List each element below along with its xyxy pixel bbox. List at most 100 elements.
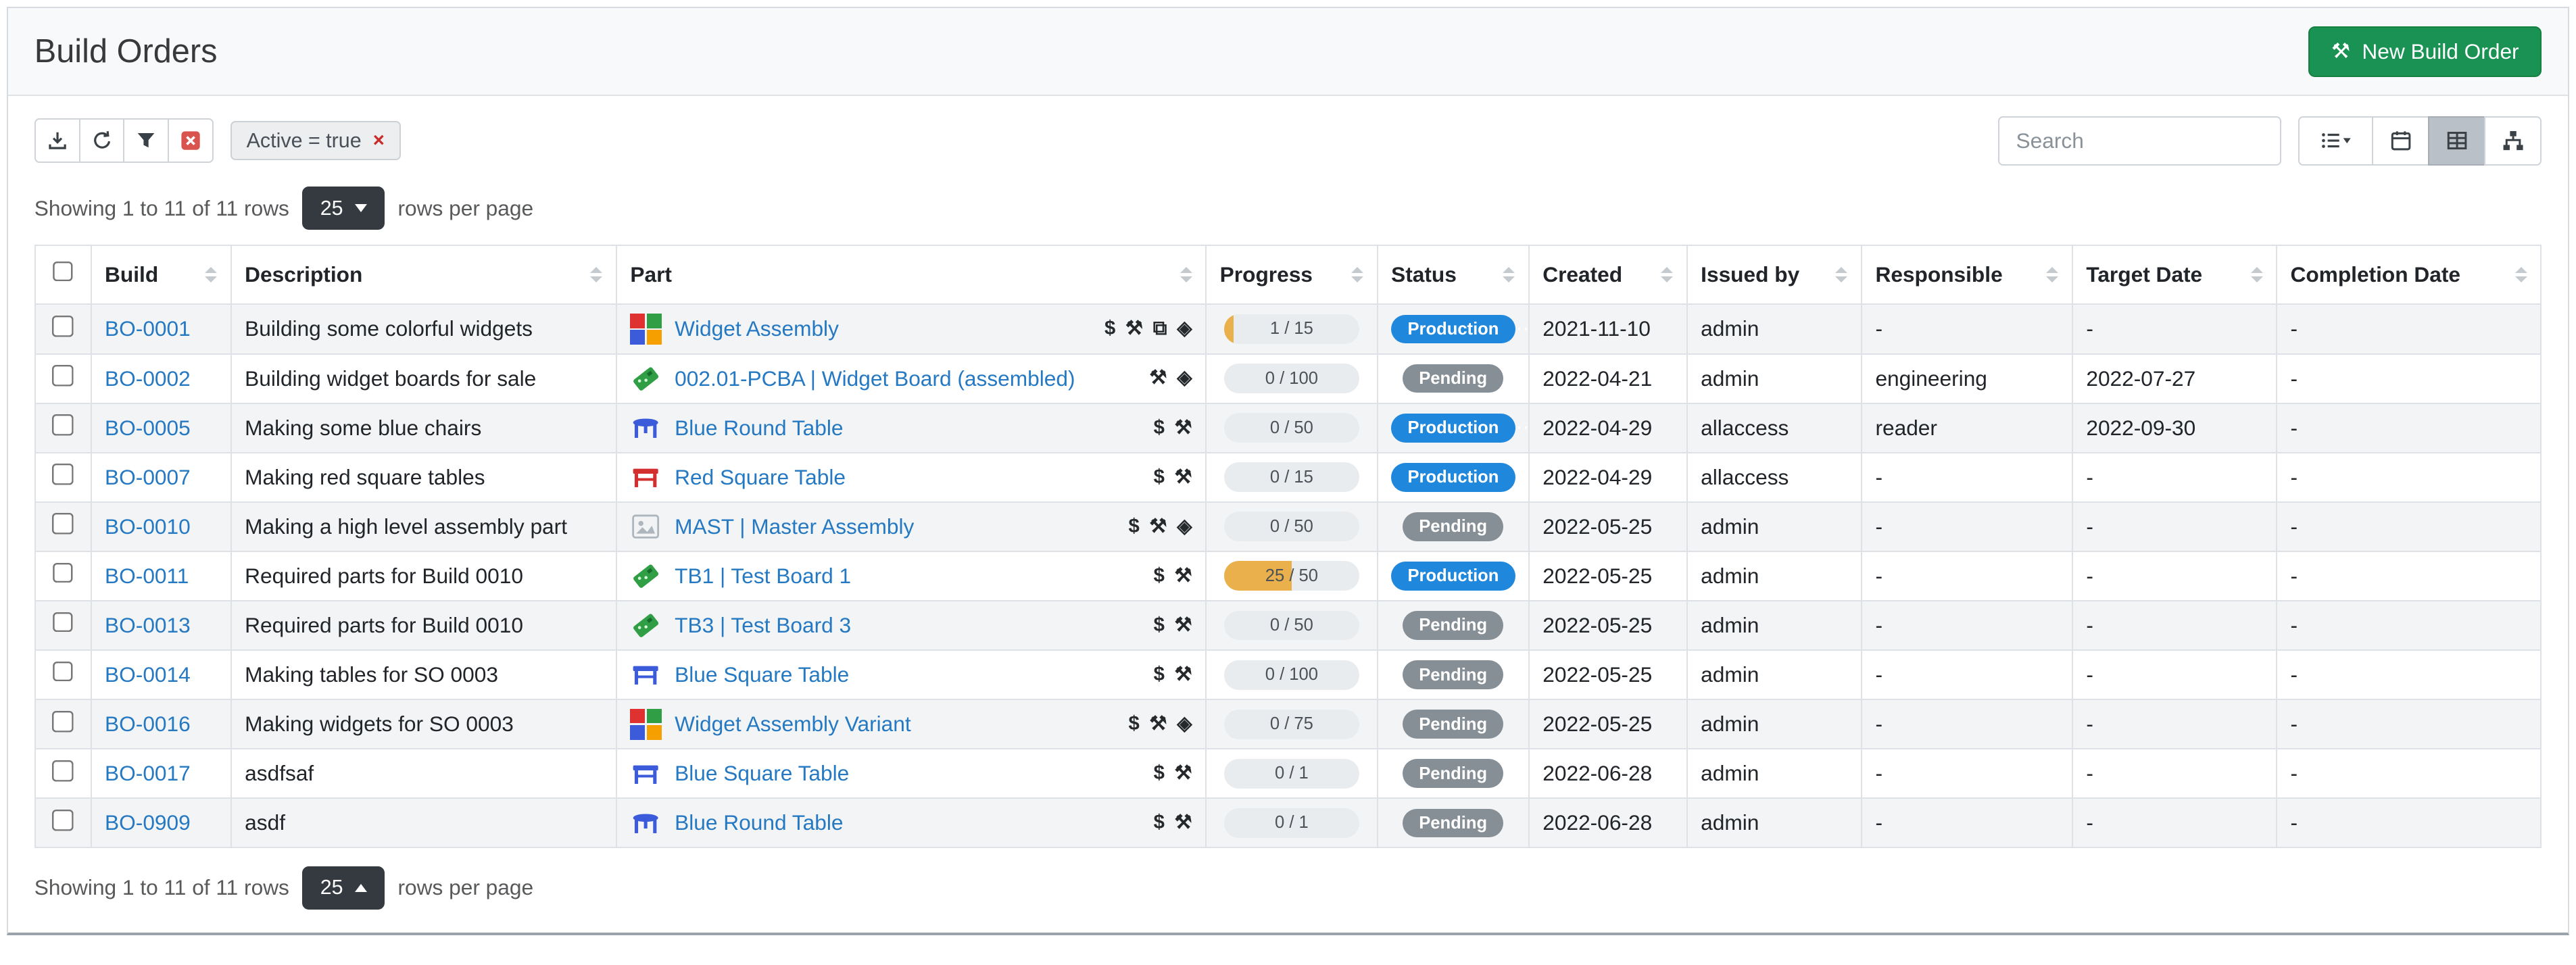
status-cell: Pending <box>1378 354 1529 403</box>
status-badge: Pending <box>1403 710 1504 739</box>
created-cell: 2022-06-28 <box>1529 749 1687 798</box>
progress-cell: 25 / 50 <box>1206 551 1377 601</box>
part-flag-icons: $⚒⧉◈ <box>1094 319 1192 339</box>
part-link[interactable]: Widget Assembly Variant <box>675 712 911 737</box>
column-header-part[interactable]: Part <box>616 245 1206 305</box>
part-link[interactable]: TB3 | Test Board 3 <box>675 613 851 638</box>
build-order-link[interactable]: BO-0014 <box>105 662 191 687</box>
tree-view-button[interactable] <box>2484 116 2542 166</box>
part-link[interactable]: 002.01-PCBA | Widget Board (assembled) <box>675 366 1075 391</box>
row-checkbox[interactable] <box>52 760 74 782</box>
completion-date-cell: - <box>2277 650 2541 699</box>
part-cell: Red Square Table$⚒ <box>616 453 1206 502</box>
part-link[interactable]: TB1 | Test Board 1 <box>675 564 851 589</box>
page-size-dropdown[interactable]: 25 <box>302 866 385 909</box>
active-filter-chip[interactable]: Active = true × <box>230 121 401 160</box>
new-build-order-button[interactable]: ⚒ New Build Order <box>2308 26 2542 77</box>
column-label: Status <box>1391 262 1457 287</box>
dollar-icon: $ <box>1104 319 1115 339</box>
build-order-link[interactable]: BO-0016 <box>105 712 191 736</box>
created-cell: 2022-04-29 <box>1529 453 1687 502</box>
status-cell: Pending <box>1378 502 1529 551</box>
part-link[interactable]: Blue Round Table <box>675 416 843 441</box>
part-thumbnail-table-round-icon <box>630 412 661 443</box>
column-header-responsible[interactable]: Responsible <box>1862 245 2072 305</box>
build-order-link[interactable]: BO-0017 <box>105 761 191 785</box>
filter-button[interactable] <box>123 118 169 163</box>
row-checkbox[interactable] <box>52 316 74 337</box>
refresh-button[interactable] <box>79 118 125 163</box>
part-link[interactable]: Blue Square Table <box>675 761 849 786</box>
issued-by-cell: admin <box>1687 650 1862 699</box>
build-order-link[interactable]: BO-0010 <box>105 514 191 539</box>
target-date-cell: 2022-07-27 <box>2072 354 2277 403</box>
row-checkbox[interactable] <box>52 414 74 436</box>
progress-bar: 0 / 50 <box>1224 611 1359 641</box>
search-input[interactable] <box>1998 116 2281 166</box>
target-date-cell: - <box>2072 551 2277 601</box>
completion-date-cell: - <box>2277 551 2541 601</box>
build-order-link[interactable]: BO-0002 <box>105 366 191 391</box>
remove-filter-chip-icon[interactable]: × <box>373 131 385 151</box>
status-cell: Production <box>1378 304 1529 353</box>
copy-icon: ⧉ <box>1153 319 1167 339</box>
build-cell: BO-0909 <box>91 798 231 847</box>
part-link[interactable]: Blue Round Table <box>675 810 843 835</box>
column-label: Target Date <box>2086 262 2202 287</box>
download-button[interactable] <box>34 118 80 163</box>
row-checkbox[interactable] <box>52 513 74 535</box>
part-flag-icons: $⚒ <box>1144 616 1192 635</box>
calendar-view-button[interactable] <box>2372 116 2429 166</box>
status-cell: Pending <box>1378 601 1529 650</box>
build-order-link[interactable]: BO-0909 <box>105 810 191 835</box>
row-checkbox[interactable] <box>52 365 74 387</box>
build-order-link[interactable]: BO-0011 <box>105 564 189 588</box>
build-order-link[interactable]: BO-0013 <box>105 613 191 637</box>
table-view-button[interactable] <box>2428 116 2485 166</box>
row-checkbox[interactable] <box>52 464 74 485</box>
sort-caret-icon <box>2046 267 2058 282</box>
row-select-cell <box>35 403 91 453</box>
responsible-cell: - <box>1862 699 2072 749</box>
build-order-link[interactable]: BO-0001 <box>105 316 191 341</box>
part-link[interactable]: MAST | Master Assembly <box>675 514 914 539</box>
status-badge: Pending <box>1403 809 1504 838</box>
column-header-target-date[interactable]: Target Date <box>2072 245 2277 305</box>
row-checkbox[interactable] <box>52 612 74 634</box>
remove-filters-button[interactable] <box>168 118 214 163</box>
column-header-description[interactable]: Description <box>231 245 616 305</box>
description-cell: Making a high level assembly part <box>231 502 616 551</box>
column-list-button[interactable] <box>2298 116 2374 166</box>
responsible-cell: - <box>1862 650 2072 699</box>
page-size-dropdown[interactable]: 25 <box>302 187 385 229</box>
table-row: BO-0002Building widget boards for sale00… <box>35 354 2542 403</box>
part-flag-icons: $⚒ <box>1144 764 1192 783</box>
part-link[interactable]: Widget Assembly <box>675 316 839 341</box>
row-checkbox[interactable] <box>52 662 74 683</box>
progress-bar: 1 / 15 <box>1224 314 1359 344</box>
build-cell: BO-0016 <box>91 699 231 749</box>
column-header-completion-date[interactable]: Completion Date <box>2277 245 2541 305</box>
column-header-issued-by[interactable]: Issued by <box>1687 245 1862 305</box>
build-order-link[interactable]: BO-0007 <box>105 465 191 489</box>
dollar-icon: $ <box>1154 764 1165 783</box>
row-checkbox[interactable] <box>52 810 74 831</box>
build-order-link[interactable]: BO-0005 <box>105 416 191 440</box>
part-cell: MAST | Master Assembly$⚒◈ <box>616 502 1206 551</box>
part-link[interactable]: Red Square Table <box>675 465 846 490</box>
column-header-build[interactable]: Build <box>91 245 231 305</box>
sitemap-icon <box>2502 129 2525 152</box>
issued-by-cell: admin <box>1687 749 1862 798</box>
column-label: Description <box>245 262 362 287</box>
row-checkbox[interactable] <box>52 563 74 585</box>
select-all-checkbox[interactable] <box>52 262 74 283</box>
column-header-status[interactable]: Status <box>1378 245 1529 305</box>
rows-per-page-label: rows per page <box>397 196 533 221</box>
issued-by-cell: admin <box>1687 354 1862 403</box>
column-header-created[interactable]: Created <box>1529 245 1687 305</box>
table-row: BO-0013Required parts for Build 0010TB3 … <box>35 601 2542 650</box>
part-link[interactable]: Blue Square Table <box>675 662 849 687</box>
part-flag-icons: $⚒ <box>1144 813 1192 833</box>
row-checkbox[interactable] <box>52 711 74 733</box>
column-header-progress[interactable]: Progress <box>1206 245 1377 305</box>
